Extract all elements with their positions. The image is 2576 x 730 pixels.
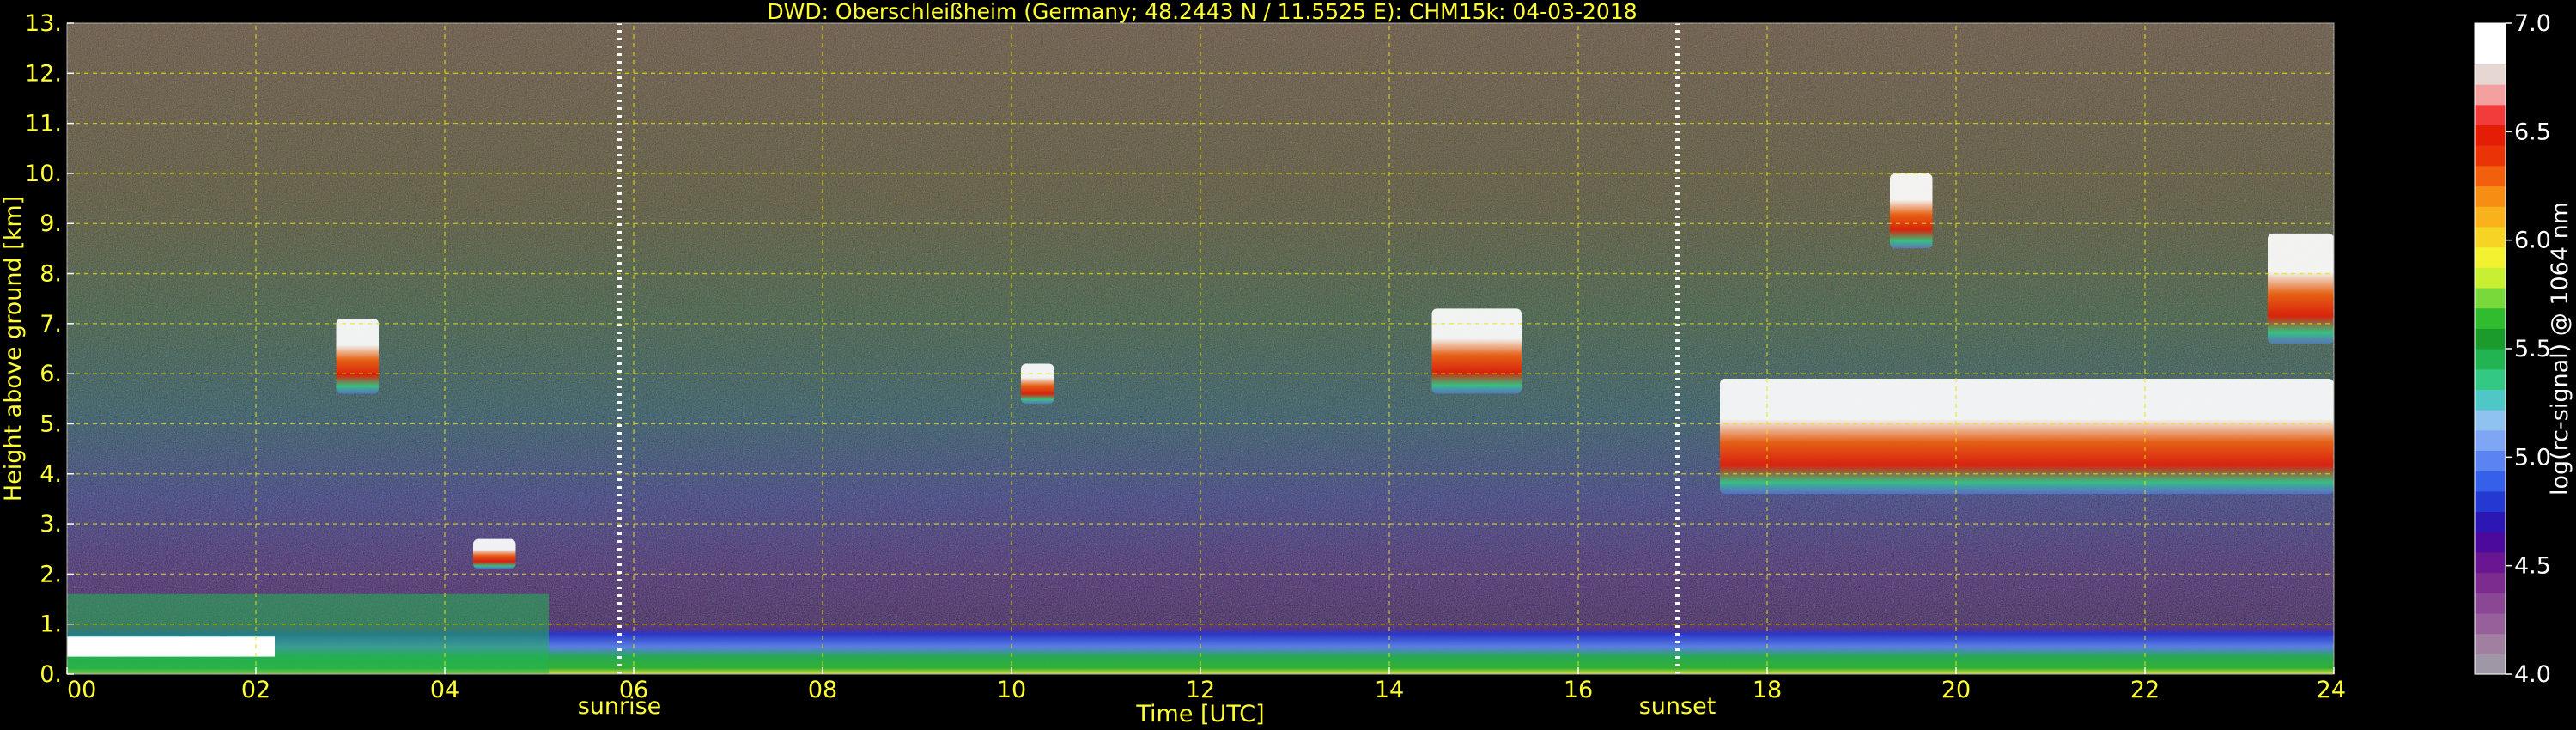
feature-cloud-5 (1431, 308, 1522, 394)
y-tick-label: 1. (39, 611, 62, 638)
y-tick-label: 13. (25, 10, 62, 37)
x-tick-label: 24 (2317, 677, 2346, 703)
y-tick-label: 5. (39, 411, 62, 437)
feature-cloud-4 (1021, 363, 1054, 405)
colorbar-segment (2475, 64, 2506, 85)
sunset-label: sunset (1639, 693, 1716, 720)
colorbar-segment (2475, 612, 2506, 635)
colorbar-tick-label: 6.0 (2514, 228, 2551, 254)
y-tick-label: 3. (39, 511, 62, 538)
colorbar-segment (2475, 186, 2506, 207)
y-tick-label: 7. (39, 311, 62, 338)
colorbar-tick-label: 6.5 (2514, 119, 2551, 145)
x-tick-label: 22 (2130, 677, 2160, 703)
y-axis-label: Height above ground [km] (0, 196, 27, 502)
colorbar-segment (2475, 450, 2506, 471)
y-tick-label: 9. (39, 210, 62, 237)
y-tick-label: 11. (25, 111, 62, 137)
ceilometer-chart: DWD: Oberschleißheim (Germany; 48.2443 N… (0, 0, 2573, 727)
colorbar-segment (2475, 429, 2506, 452)
colorbar: 4.0 4.5 5.0 5.5 6.0 6.5 7.0 (2474, 10, 2551, 688)
feature-cloud-7 (1890, 173, 1933, 249)
colorbar-segment (2475, 551, 2506, 574)
colorbar-segment (2475, 287, 2506, 309)
feature-cloud-6 (1720, 378, 2334, 495)
colorbar-segment (2475, 572, 2506, 593)
x-tick-label: 20 (1941, 677, 1971, 703)
chart-title: DWD: Oberschleißheim (Germany; 48.2443 N… (767, 0, 1637, 24)
colorbar-tick-label: 4.0 (2514, 661, 2551, 688)
colorbar-segment (2475, 267, 2506, 289)
colorbar-tick-label: 7.0 (2514, 10, 2551, 37)
colorbar-segment (2475, 307, 2506, 329)
colorbar-segment (2475, 84, 2506, 106)
y-tick-label: 0. (39, 661, 62, 688)
colorbar-segment (2475, 389, 2506, 411)
colorbar-segment (2475, 490, 2506, 513)
colorbar-segment (2475, 511, 2506, 532)
feature-low-cloud-core (67, 636, 275, 657)
colorbar-segment (2475, 246, 2506, 268)
colorbar-segment (2475, 633, 2506, 654)
feature-cloud-3 (473, 538, 516, 569)
colorbar-tick-label: 5.5 (2514, 336, 2551, 362)
plot-area (67, 23, 2334, 674)
x-tick-label: 16 (1564, 677, 1593, 703)
colorbar-segment (2475, 471, 2506, 492)
y-ticks: 0. 1. 2. 3. 4. 5. 6. 7. 8. 9. 10. 11. 12. 13. (25, 10, 74, 688)
colorbar-segment (2475, 226, 2506, 248)
x-tick-label: 04 (430, 677, 459, 703)
x-tick-label: 12 (1186, 677, 1215, 703)
y-tick-label: 8. (39, 261, 62, 288)
colorbar-segment (2475, 104, 2506, 126)
colorbar-segment (2475, 410, 2506, 431)
feature-cloud-8 (2268, 233, 2334, 344)
colorbar-segment (2475, 23, 2506, 45)
y-tick-label: 10. (25, 161, 62, 187)
colorbar-tick-label: 4.5 (2514, 553, 2551, 580)
feature-low-cloud (67, 593, 549, 674)
sunrise-label: sunrise (578, 693, 662, 720)
x-tick-label: 08 (808, 677, 837, 703)
x-tick-label: 10 (997, 677, 1026, 703)
y-tick-label: 4. (39, 461, 62, 488)
colorbar-segment (2475, 593, 2506, 614)
colorbar-tick-label: 5.0 (2514, 444, 2551, 471)
colorbar-segment (2475, 43, 2506, 64)
colorbar-segment (2475, 206, 2506, 228)
x-tick-label: 02 (241, 677, 270, 703)
x-tick-label: 18 (1753, 677, 1782, 703)
colorbar-segment (2475, 328, 2506, 350)
y-tick-label: 6. (39, 361, 62, 387)
colorbar-segment (2475, 368, 2506, 390)
feature-cloud-2 (336, 319, 379, 394)
colorbar-segment (2475, 654, 2506, 675)
colorbar-segment (2475, 349, 2506, 370)
y-tick-label: 2. (39, 561, 62, 587)
colorbar-segment (2475, 145, 2506, 167)
colorbar-segment (2475, 165, 2506, 187)
x-axis-label: Time [UTC] (1135, 701, 1264, 727)
colorbar-label: log(rc-signal) @ 1064 nm (2547, 202, 2573, 496)
x-tick-label: 14 (1375, 677, 1404, 703)
x-tick-label: 00 (67, 677, 96, 703)
colorbar-segment (2475, 125, 2506, 146)
colorbar-segment (2475, 532, 2506, 553)
y-tick-label: 12. (25, 60, 62, 87)
